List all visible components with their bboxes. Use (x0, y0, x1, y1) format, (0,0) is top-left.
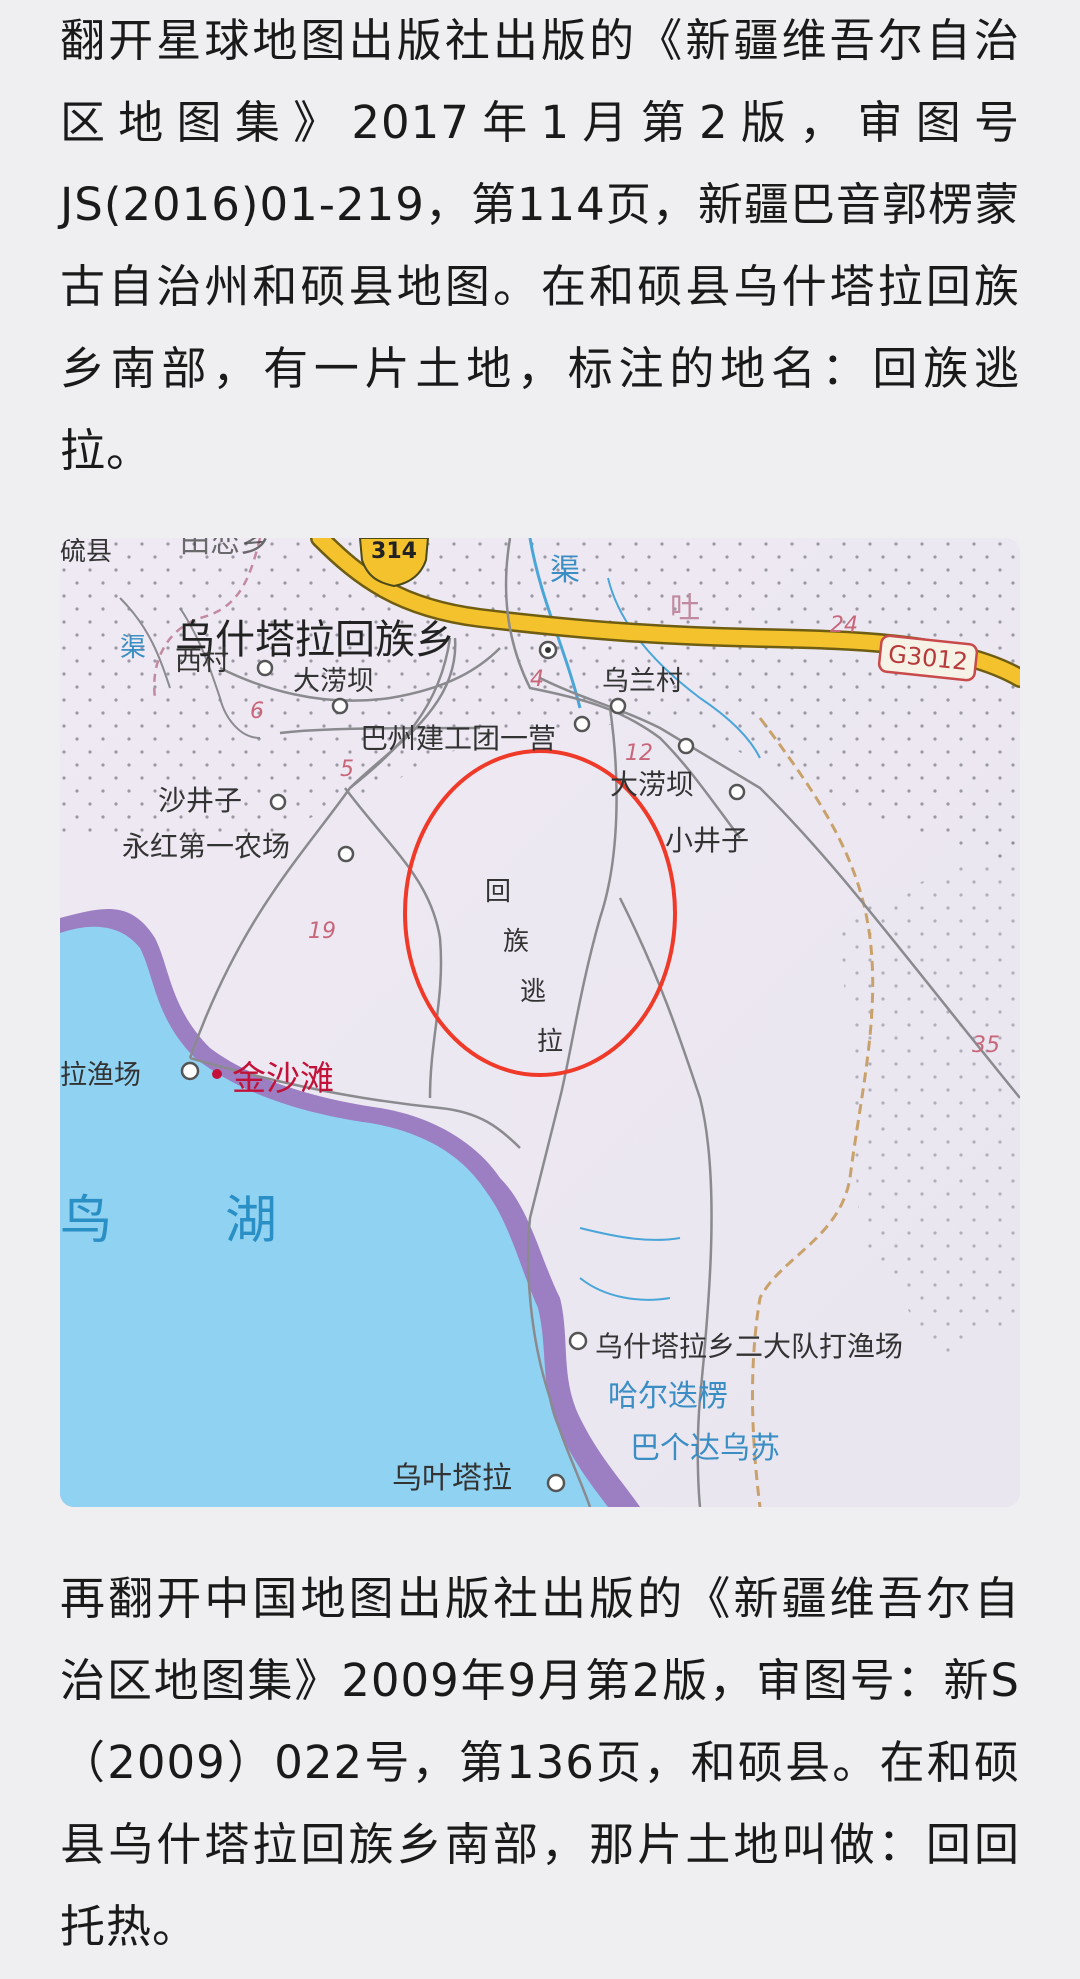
label-dalaoba-1: 大涝坝 (293, 666, 374, 697)
label-yonghong: 永红第一农场 (122, 830, 290, 863)
circled-label-4: 拉 (537, 1027, 563, 1057)
label-bagedawusu: 巴个达乌苏 (630, 1431, 780, 1466)
map-label-qu: 渠 (550, 553, 580, 588)
km-marker-6: 6 (250, 699, 264, 724)
circled-label-2: 族 (503, 927, 529, 957)
km-marker-19: 19 (308, 919, 336, 944)
lake-label-2: 湖 (225, 1191, 277, 1251)
label-bazhou: 巴州建工团一营 (360, 722, 556, 755)
km-marker-5: 5 (340, 757, 354, 782)
label-dayuchang: 拉渔场 (60, 1060, 141, 1091)
intro-paragraph: 翻开星球地图出版社出版的《新疆维吾尔自治区地图集》2017年1月第2版，审图号J… (60, 14, 1020, 477)
label-xicun: 西村 (175, 646, 229, 677)
label-wushitala-team: 乌什塔拉乡二大队打渔场 (595, 1330, 903, 1363)
map-svg: 314 G3012 硫县 田恋乡 渠 渠 吐 乌什塔拉回族乡 西村 大涝坝 乌兰… (60, 538, 1020, 1507)
label-jinshatan: 金沙滩 (232, 1059, 334, 1099)
label-haerdi: 哈尔迭楞 (608, 1379, 728, 1414)
label-wushitala: 乌叶塔拉 (392, 1461, 512, 1496)
shield-314-label: 314 (371, 539, 417, 564)
circled-label-1: 回 (485, 877, 511, 907)
label-wulancun: 乌兰村 (602, 666, 683, 697)
km-marker-24: 24 (830, 613, 858, 638)
km-marker-35: 35 (972, 1033, 1000, 1058)
label-dalaoba-2: 大涝坝 (610, 768, 694, 801)
fragment-label-1: 硫县 (60, 538, 112, 567)
second-paragraph: 再翻开中国地图出版社出版的《新疆维吾尔自治区地图集》2009年9月第2版，审图号… (60, 1572, 1020, 1953)
fragment-label-2: 田恋乡 (180, 538, 270, 560)
lake-label-1: 鸟 (60, 1191, 112, 1251)
label-xiaojingzi: 小井子 (665, 824, 749, 857)
label-shajingzi: 沙井子 (158, 784, 242, 817)
km-marker-12: 12 (625, 741, 653, 766)
map-label-qu-2: 渠 (120, 633, 146, 663)
map-photo: 314 G3012 硫县 田恋乡 渠 渠 吐 乌什塔拉回族乡 西村 大涝坝 乌兰… (60, 538, 1020, 1507)
circled-label-3: 逃 (520, 977, 546, 1007)
km-marker-4: 4 (530, 667, 544, 692)
map-label-tu: 吐 (670, 591, 700, 626)
